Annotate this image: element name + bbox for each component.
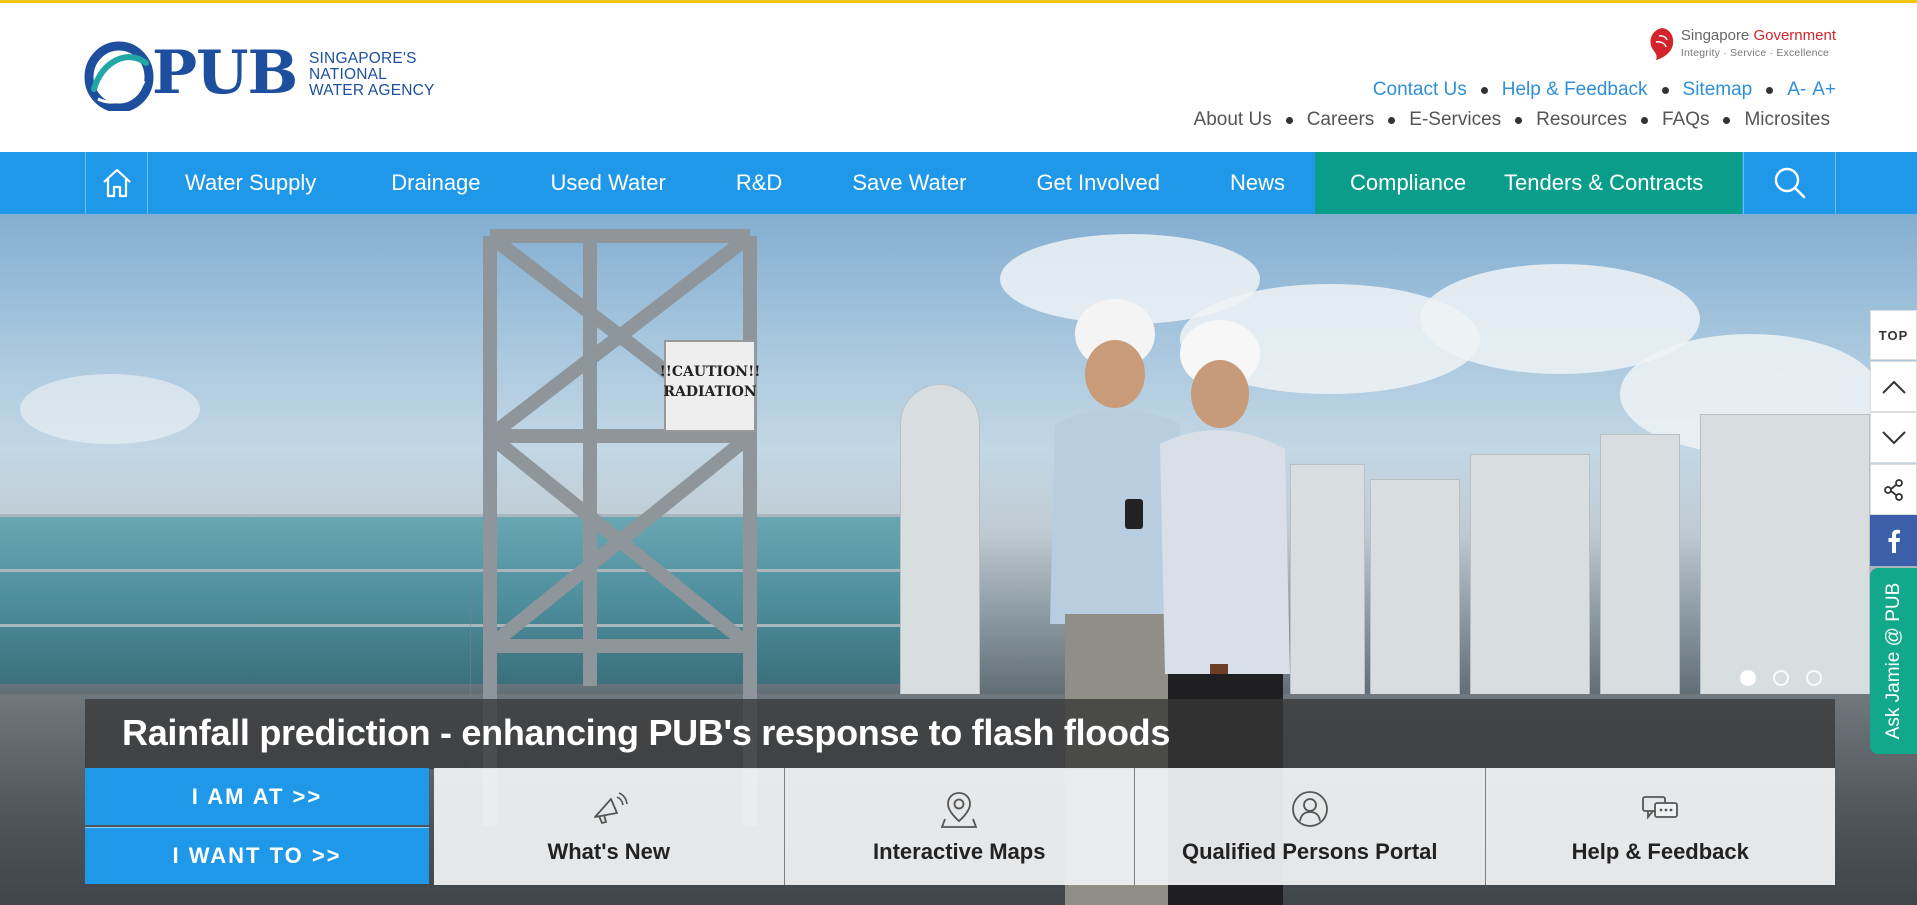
- user-icon: [1291, 791, 1328, 827]
- nav-home[interactable]: [85, 152, 148, 214]
- sitemap-link[interactable]: Sitemap: [1683, 79, 1753, 101]
- home-icon: [102, 168, 131, 198]
- svg-text:!!CAUTION!!: !!CAUTION!!: [660, 364, 761, 380]
- rooftop-structure: [1470, 454, 1590, 714]
- quick-link-whats-new[interactable]: What's New: [434, 768, 784, 885]
- nav-tenders-contracts[interactable]: Tenders & Contracts: [1504, 152, 1703, 214]
- nav-save-water[interactable]: Save Water: [852, 152, 966, 214]
- audience-buttons: I AM AT >> I WANT TO >>: [85, 768, 429, 885]
- contact-us-link[interactable]: Contact Us: [1373, 79, 1467, 101]
- font-size-controls: A- A+: [1787, 79, 1836, 101]
- back-to-top-button[interactable]: TOP: [1870, 310, 1917, 360]
- rooftop-structure: [1370, 479, 1460, 719]
- search-button[interactable]: [1743, 152, 1836, 214]
- rooftop-tank: [900, 384, 980, 714]
- svg-text:RADIATION: RADIATION: [663, 384, 756, 400]
- cloud: [20, 374, 200, 444]
- hero-carousel[interactable]: !!CAUTION!! RADIATION Rainfall predictio…: [0, 214, 1917, 905]
- nav-news[interactable]: News: [1230, 152, 1285, 214]
- secondary-links: About Us Careers E-Services Resources FA…: [1194, 109, 1830, 131]
- separator-dot: [1766, 86, 1774, 94]
- scroll-up-button[interactable]: [1870, 361, 1917, 412]
- nav-used-water[interactable]: Used Water: [551, 152, 666, 214]
- i-want-to-button[interactable]: I WANT TO >>: [85, 827, 429, 884]
- rooftop-structure: [1600, 434, 1680, 714]
- pub-logo-swirl-icon: [84, 41, 154, 111]
- scroll-down-button[interactable]: [1870, 412, 1917, 463]
- ask-jamie-button[interactable]: Ask Jamie @ PUB: [1870, 568, 1917, 754]
- search-icon: [1774, 167, 1805, 199]
- resources-link[interactable]: Resources: [1536, 109, 1627, 131]
- quick-link-qualified-persons-portal[interactable]: Qualified Persons Portal: [1134, 768, 1485, 885]
- facebook-button[interactable]: [1870, 515, 1917, 566]
- singapore-government-logo[interactable]: Singapore Government Integrity · Service…: [1646, 24, 1836, 64]
- carousel-dot-1[interactable]: [1740, 670, 1756, 686]
- separator-dot: [1723, 116, 1731, 124]
- ask-jamie-label: Ask Jamie @ PUB: [1882, 582, 1904, 740]
- quick-link-help-feedback[interactable]: Help & Feedback: [1484, 768, 1835, 885]
- careers-link[interactable]: Careers: [1307, 109, 1375, 131]
- chevron-down-icon: [1881, 430, 1906, 444]
- font-decrease-button[interactable]: A-: [1787, 79, 1806, 100]
- lion-head-icon: [1650, 28, 1674, 60]
- logo-tagline: SINGAPORE'S NATIONAL WATER AGENCY: [309, 50, 435, 99]
- megaphone-icon: [593, 792, 628, 825]
- share-icon: [1883, 478, 1903, 501]
- quick-link-label: What's New: [547, 839, 671, 864]
- faqs-link[interactable]: FAQs: [1662, 109, 1710, 131]
- separator-dot: [1515, 116, 1523, 124]
- main-navigation: Water Supply Drainage Used Water R&D Sav…: [0, 152, 1917, 214]
- carousel-dot-2[interactable]: [1773, 670, 1789, 686]
- quick-link-label: Help & Feedback: [1571, 839, 1749, 864]
- nav-get-involved[interactable]: Get Involved: [1036, 152, 1160, 214]
- sg-gov-tagline: Integrity · Service · Excellence: [1680, 46, 1830, 59]
- share-button[interactable]: [1870, 464, 1917, 515]
- rooftop-structure: [1700, 414, 1870, 714]
- facebook-icon: [1888, 529, 1900, 553]
- quick-links: What's New Interactive Maps Qualified Pe…: [434, 768, 1835, 885]
- nav-water-supply[interactable]: Water Supply: [185, 152, 316, 214]
- sg-gov-title-2: Government: [1753, 26, 1836, 44]
- carousel-indicators: [1740, 670, 1839, 686]
- nav-r-and-d[interactable]: R&D: [736, 152, 782, 214]
- hero-caption[interactable]: Rainfall prediction - enhancing PUB's re…: [85, 699, 1835, 769]
- nav-compliance[interactable]: Compliance: [1350, 152, 1466, 214]
- separator-dot: [1640, 116, 1648, 124]
- quick-link-label: Qualified Persons Portal: [1181, 839, 1438, 864]
- font-increase-button[interactable]: A+: [1812, 79, 1836, 100]
- site-header: PUB SINGAPORE'S NATIONAL WATER AGENCY Si…: [0, 3, 1917, 152]
- microsites-link[interactable]: Microsites: [1744, 109, 1830, 131]
- utility-links: Contact Us Help & Feedback Sitemap A- A+: [1373, 79, 1836, 101]
- chat-icon: [1642, 796, 1679, 820]
- logo-mark: PUB: [152, 38, 298, 108]
- pub-logo[interactable]: PUB SINGAPORE'S NATIONAL WATER AGENCY: [84, 41, 444, 121]
- separator-dot: [1285, 116, 1293, 124]
- separator-dot: [1388, 116, 1396, 124]
- quick-link-interactive-maps[interactable]: Interactive Maps: [783, 768, 1134, 885]
- i-am-at-button[interactable]: I AM AT >>: [85, 768, 429, 825]
- nav-drainage[interactable]: Drainage: [391, 152, 480, 214]
- help-feedback-link[interactable]: Help & Feedback: [1502, 79, 1648, 101]
- sg-gov-title-1: Singapore: [1680, 26, 1750, 44]
- eservices-link[interactable]: E-Services: [1409, 109, 1501, 131]
- quick-link-label: Interactive Maps: [873, 839, 1046, 864]
- carousel-dot-3[interactable]: [1806, 670, 1822, 686]
- separator-dot: [1661, 86, 1669, 94]
- map-pin-icon: [940, 792, 978, 828]
- separator-dot: [1480, 86, 1488, 94]
- chevron-up-icon: [1881, 380, 1906, 394]
- about-us-link[interactable]: About Us: [1194, 109, 1272, 131]
- hero-caption-text[interactable]: Rainfall prediction - enhancing PUB's re…: [122, 712, 1170, 754]
